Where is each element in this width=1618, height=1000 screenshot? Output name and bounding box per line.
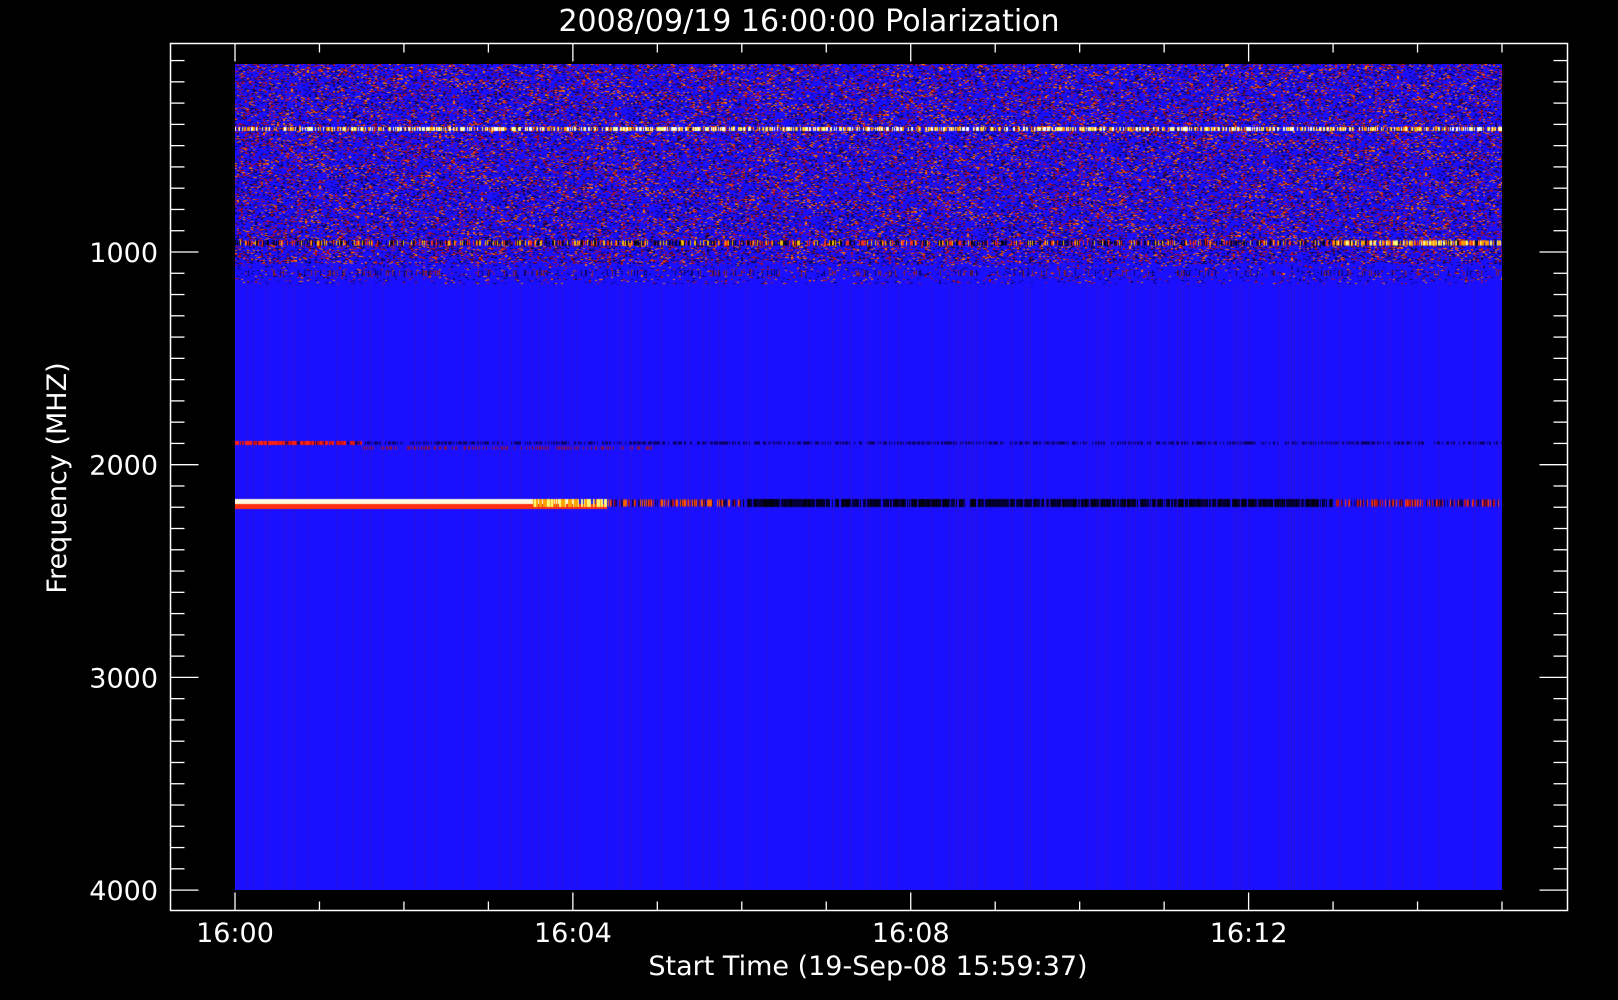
y-axis-label: Frequency (MHZ) xyxy=(42,362,73,593)
x-tick-label: 16:00 xyxy=(196,918,274,949)
chart-title: 2008/09/19 16:00:00 Polarization xyxy=(558,4,1059,39)
x-tick-label: 16:12 xyxy=(1210,918,1288,949)
plot-area xyxy=(235,64,1502,890)
y-tick-label: 3000 xyxy=(89,663,158,694)
x-axis-label: Start Time (19-Sep-08 15:59:37) xyxy=(648,951,1087,982)
y-tick-label: 1000 xyxy=(89,238,158,269)
x-tick-label: 16:04 xyxy=(534,918,612,949)
spectrogram-image xyxy=(235,64,1502,890)
y-tick-label: 4000 xyxy=(89,876,158,907)
x-tick-label: 16:08 xyxy=(872,918,950,949)
y-tick-label: 2000 xyxy=(89,451,158,482)
spectrogram-chart: 2008/09/19 16:00:00 Polarization 16:00 16… xyxy=(42,4,1569,982)
